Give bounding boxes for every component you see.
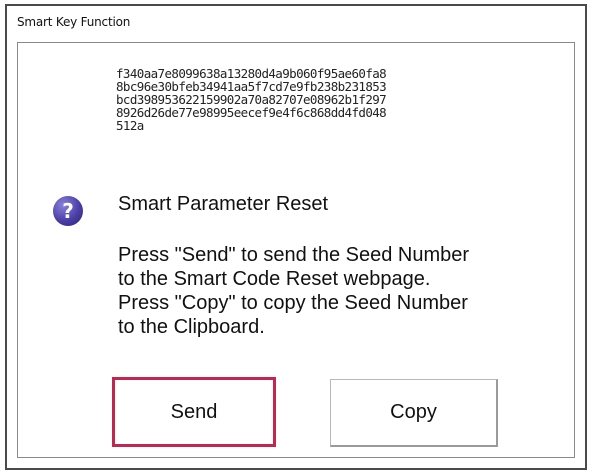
message-line: to the Smart Code Reset webpage. <box>118 268 431 290</box>
question-icon: ? <box>53 196 83 226</box>
copy-button[interactable]: Copy <box>330 379 498 447</box>
message-body: Press "Send" to send the Seed Number to … <box>118 243 558 339</box>
title-bar[interactable]: Smart Key Function <box>7 6 585 38</box>
seed-number: f340aa7e8099638a13280d4a9b060f95ae60fa8 … <box>116 67 516 132</box>
copy-button-label: Copy <box>390 401 437 423</box>
dialog-content: f340aa7e8099638a13280d4a9b060f95ae60fa8 … <box>17 42 575 458</box>
message-heading: Smart Parameter Reset <box>118 193 329 215</box>
seed-line: 512a <box>116 118 144 133</box>
message-line: to the Clipboard. <box>118 316 265 338</box>
message-line: Press "Copy" to copy the Seed Number <box>118 292 468 314</box>
send-button[interactable]: Send <box>112 377 276 447</box>
window-title: Smart Key Function <box>17 15 131 29</box>
seed-line: 8926d26de77e98995eecef9e4f6c868dd4fd048 <box>116 105 387 120</box>
smart-key-dialog: Smart Key Function f340aa7e8099638a13280… <box>5 4 587 470</box>
message-line: Press "Send" to send the Seed Number <box>118 244 470 266</box>
send-button-label: Send <box>170 400 218 423</box>
